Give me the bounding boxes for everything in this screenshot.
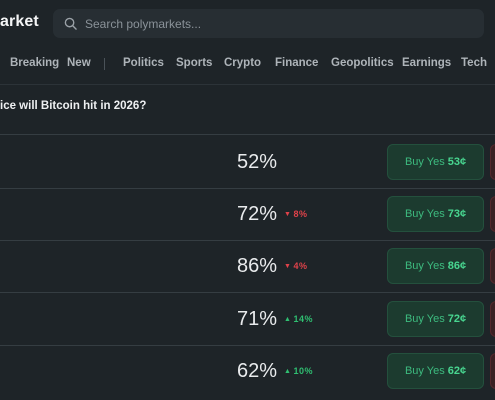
buy-yes-price: 53¢ bbox=[447, 156, 467, 168]
arrow-up-icon: ▲ bbox=[284, 368, 292, 375]
buy-no-button[interactable] bbox=[490, 144, 495, 180]
buy-no-button[interactable] bbox=[490, 196, 495, 232]
buy-yes-button[interactable]: Buy Yes 62¢ bbox=[387, 353, 484, 389]
question-divider bbox=[0, 134, 495, 135]
top-bar: arket Search polymarkets... bbox=[0, 0, 495, 47]
arrow-down-icon: ▼ bbox=[284, 211, 292, 218]
nav-item-geopolitics[interactable]: Geopolitics bbox=[331, 57, 394, 69]
change-value: 4% bbox=[293, 261, 308, 271]
nav-item-sports[interactable]: Sports bbox=[176, 57, 212, 69]
nav-item-finance[interactable]: Finance bbox=[275, 57, 318, 69]
buy-yes-price: 72¢ bbox=[447, 313, 467, 325]
buy-yes-button[interactable]: Buy Yes 86¢ bbox=[387, 248, 484, 284]
nav-item-new[interactable]: New bbox=[67, 57, 91, 69]
arrow-up-icon: ▲ bbox=[284, 316, 292, 323]
nav-item-earnings[interactable]: Earnings bbox=[402, 57, 451, 69]
nav-item-politics[interactable]: Politics bbox=[123, 57, 164, 69]
change-value: 10% bbox=[293, 366, 313, 376]
nav-item-crypto[interactable]: Crypto bbox=[224, 57, 261, 69]
category-nav: Breaking New Politics Sports Crypto Fina… bbox=[0, 50, 495, 78]
outcome-percent: 52% bbox=[236, 151, 277, 173]
outcome-row: 62% ▲ 10% Buy Yes 62¢ bbox=[0, 346, 495, 398]
buy-yes-label: Buy Yes bbox=[404, 260, 445, 272]
buy-no-button[interactable] bbox=[490, 248, 495, 284]
change-value: 14% bbox=[293, 314, 313, 324]
outcome-row: 72% ▼ 8% Buy Yes 73¢ bbox=[0, 189, 495, 241]
search-icon bbox=[64, 17, 77, 30]
nav-item-breaking[interactable]: Breaking bbox=[10, 57, 59, 69]
nav-item-tech[interactable]: Tech bbox=[461, 57, 487, 69]
buy-yes-price: 86¢ bbox=[447, 260, 467, 272]
buy-yes-button[interactable]: Buy Yes 72¢ bbox=[387, 301, 484, 337]
site-logo[interactable]: arket bbox=[0, 13, 39, 31]
change-value: 8% bbox=[293, 209, 308, 219]
buy-yes-label: Buy Yes bbox=[404, 313, 445, 325]
buy-yes-button[interactable]: Buy Yes 73¢ bbox=[387, 196, 484, 232]
change-indicator: ▼ 8% bbox=[284, 209, 307, 219]
buy-yes-price: 73¢ bbox=[447, 208, 467, 220]
change-indicator: ▼ 4% bbox=[284, 261, 307, 271]
outcome-percent: 72% bbox=[236, 203, 277, 225]
nav-separator bbox=[104, 58, 105, 70]
buy-no-button[interactable] bbox=[490, 301, 495, 337]
outcome-row: 52% Buy Yes 53¢ bbox=[0, 137, 495, 189]
polymarket-page: arket Search polymarkets... Breaking New… bbox=[0, 0, 495, 400]
outcome-percent: 71% bbox=[236, 308, 277, 330]
buy-yes-button[interactable]: Buy Yes 53¢ bbox=[387, 144, 484, 180]
search-input[interactable]: Search polymarkets... bbox=[53, 9, 484, 38]
buy-yes-label: Buy Yes bbox=[404, 208, 445, 220]
buy-yes-label: Buy Yes bbox=[404, 156, 445, 168]
row-divider bbox=[0, 292, 495, 293]
change-indicator: ▲ 14% bbox=[284, 314, 313, 324]
arrow-down-icon: ▼ bbox=[284, 263, 292, 270]
outcome-row: 71% ▲ 14% Buy Yes 72¢ bbox=[0, 294, 495, 346]
outcome-percent: 62% bbox=[236, 360, 277, 382]
outcome-percent: 86% bbox=[236, 255, 277, 277]
search-placeholder: Search polymarkets... bbox=[85, 17, 202, 31]
change-indicator: ▲ 10% bbox=[284, 366, 313, 376]
outcome-row: 86% ▼ 4% Buy Yes 86¢ bbox=[0, 241, 495, 293]
market-question: ice will Bitcoin hit in 2026? bbox=[0, 100, 147, 112]
buy-no-button[interactable] bbox=[490, 353, 495, 389]
buy-yes-price: 62¢ bbox=[447, 365, 467, 377]
nav-divider bbox=[0, 84, 495, 85]
buy-yes-label: Buy Yes bbox=[404, 365, 445, 377]
